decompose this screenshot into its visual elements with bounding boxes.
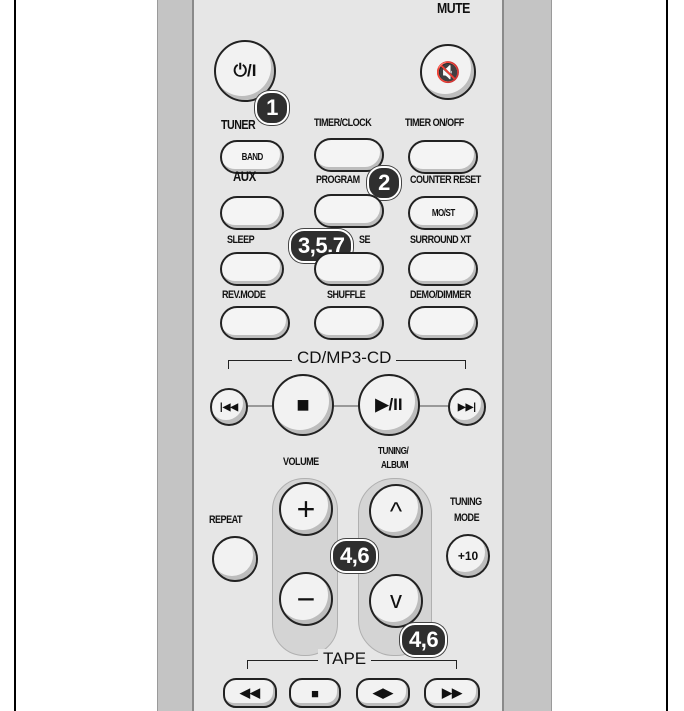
surround-button[interactable] xyxy=(408,252,478,286)
volume-label: VOLUME xyxy=(283,456,319,468)
stop-button[interactable]: ■ xyxy=(272,374,334,436)
tape-play-reverse-button[interactable]: ◀▶ xyxy=(356,678,410,708)
shuffle-label: SHUFFLE xyxy=(327,289,366,301)
callout-4-6-upper: 4,6 xyxy=(331,539,379,573)
power-icon: ⏻/I xyxy=(233,61,257,80)
tuning-album-label-1: TUNING/ xyxy=(378,446,409,457)
next-track-button[interactable]: ▶▶| xyxy=(448,388,486,426)
mo-st-button[interactable]: MO/ST xyxy=(408,196,478,230)
repeat-label: REPEAT xyxy=(209,514,242,526)
mo-st-button-label: MO/ST xyxy=(431,207,455,219)
rev-mode-button[interactable] xyxy=(220,306,290,340)
demo-dimmer-label: DEMO/DIMMER xyxy=(410,289,471,301)
plus10-label: +10 xyxy=(457,549,479,563)
up-arrow-icon: ^ xyxy=(389,495,403,526)
plus-icon: + xyxy=(296,490,316,527)
timer-onoff-button[interactable] xyxy=(408,140,478,174)
rewind-icon: ◀◀ xyxy=(240,685,260,700)
rev-mode-label: REV.MODE xyxy=(222,289,266,301)
stop-icon: ■ xyxy=(296,392,310,417)
program-button[interactable] xyxy=(314,194,384,228)
down-arrow-icon: v xyxy=(390,587,402,614)
minus-icon: − xyxy=(296,580,316,617)
tuner-label: TUNER xyxy=(221,117,256,132)
fast-forward-icon: ▶▶ xyxy=(442,685,462,700)
repeat-button[interactable] xyxy=(212,536,258,582)
timer-clock-label: TIMER/CLOCK xyxy=(314,117,372,129)
tape-rewind-button[interactable]: ◀◀ xyxy=(223,678,277,708)
tuning-down-button[interactable]: v xyxy=(369,574,423,628)
tape-stop-button[interactable]: ■ xyxy=(289,678,341,708)
play-reverse-icon: ◀▶ xyxy=(373,685,393,700)
play-pause-icon: ▶/II xyxy=(375,395,403,414)
next-icon: ▶▶| xyxy=(457,401,477,413)
sleep-button[interactable] xyxy=(220,252,284,286)
mute-icon: 🔇 xyxy=(435,61,461,84)
program-label: PROGRAM xyxy=(316,174,360,186)
tuning-up-button[interactable]: ^ xyxy=(369,484,423,538)
tape-fast-forward-button[interactable]: ▶▶ xyxy=(424,678,480,708)
shuffle-button[interactable] xyxy=(314,306,384,340)
volume-down-button[interactable]: − xyxy=(279,572,333,626)
pause-button[interactable] xyxy=(314,252,384,286)
timer-clock-button[interactable] xyxy=(314,138,384,172)
demo-dimmer-button[interactable] xyxy=(408,306,478,340)
aux-button[interactable] xyxy=(220,196,284,230)
mute-label: MUTE xyxy=(437,0,470,17)
callout-4-6-lower: 4,6 xyxy=(400,623,448,657)
counter-reset-label: COUNTER RESET xyxy=(410,174,481,186)
tuning-mode-label-1: TUNING xyxy=(450,496,482,508)
tuning-album-label-2: ALBUM xyxy=(381,460,409,471)
play-pause-button[interactable]: ▶/II xyxy=(358,374,420,436)
sleep-label: SLEEP xyxy=(227,234,255,246)
prev-track-button[interactable]: |◀◀ xyxy=(210,388,248,426)
tape-section-title: TAPE xyxy=(318,649,372,669)
tape-stop-icon: ■ xyxy=(311,685,319,701)
band-button-label: BAND xyxy=(241,151,263,163)
prev-icon: |◀◀ xyxy=(219,401,239,413)
tuning-mode-label-2: MODE xyxy=(454,512,480,524)
plus10-button[interactable]: +10 xyxy=(446,534,490,578)
callout-1: 1 xyxy=(255,91,289,125)
surround-label: SURROUND XT xyxy=(410,234,471,246)
aux-label: AUX xyxy=(233,168,256,184)
timer-onoff-label: TIMER ON/OFF xyxy=(405,117,464,129)
mute-button[interactable]: 🔇 xyxy=(420,44,476,100)
pause-label: SE xyxy=(359,234,371,246)
cd-section-title: CD/MP3-CD xyxy=(292,348,397,368)
volume-up-button[interactable]: + xyxy=(279,482,333,536)
